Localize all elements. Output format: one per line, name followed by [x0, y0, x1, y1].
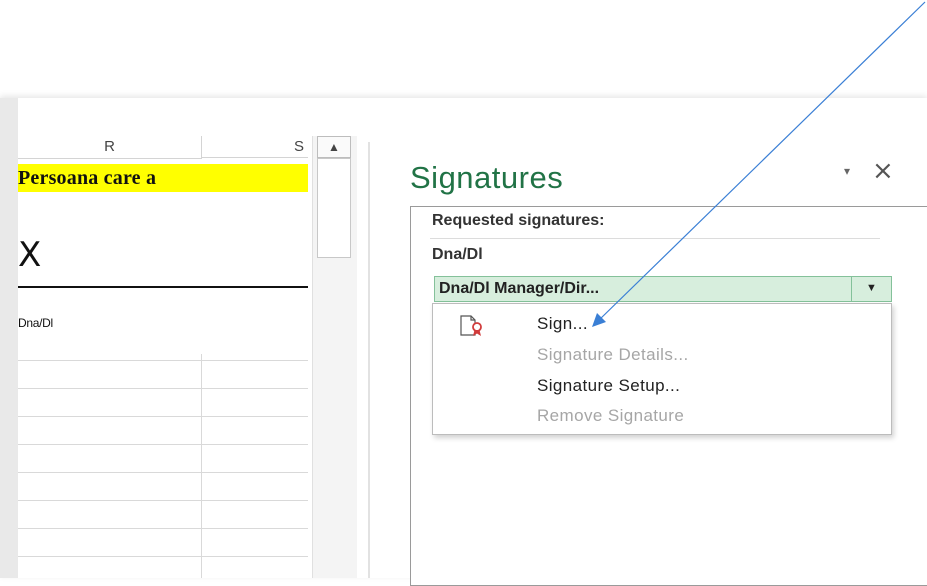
pane-title: Signatures	[410, 160, 564, 195]
pane-splitter[interactable]	[368, 142, 370, 578]
signature-line	[18, 286, 308, 288]
signature-line-x: X	[18, 235, 42, 275]
sign-menu-item[interactable]: Sign...	[537, 314, 588, 334]
grid-row-line	[18, 360, 308, 361]
remove-signature-menu-item: Remove Signature	[537, 406, 685, 425]
signature-item-label: Dna/Dl Manager/Dir...	[439, 280, 600, 297]
spreadsheet-area: R S Persoana care a X Dna/Dl	[0, 98, 308, 578]
grid-row-line	[18, 416, 308, 417]
sign-document-icon	[460, 315, 482, 336]
grid-row-line	[18, 500, 308, 501]
scroll-up-button[interactable]: ▲	[317, 136, 351, 158]
row-header-strip	[0, 98, 18, 578]
column-header-s[interactable]: S	[202, 136, 308, 158]
grid-row-line	[18, 556, 308, 557]
vertical-scrollbar[interactable]: ▲	[312, 136, 357, 578]
signer-group-label: Dna/Dl	[432, 246, 483, 263]
signature-setup-menu-item[interactable]: Signature Setup...	[537, 376, 680, 396]
grid-row-line	[18, 388, 308, 389]
scroll-thumb[interactable]	[317, 158, 351, 258]
requested-signatures-label: Requested signatures:	[432, 212, 605, 229]
close-icon[interactable]: ×	[872, 156, 894, 186]
signature-context-menu: Sign... Signature Details... Signature S…	[432, 303, 892, 435]
signature-details-menu-item: Signature Details...	[537, 345, 689, 364]
signature-line-signer: Dna/Dl	[18, 316, 53, 330]
highlighted-cell[interactable]: Persoana care a	[18, 164, 308, 192]
grid-row-line	[18, 444, 308, 445]
grid-row-line	[18, 528, 308, 529]
pane-options-icon[interactable]: ▾	[844, 164, 850, 178]
section-divider	[430, 238, 880, 239]
requested-signature-item[interactable]: Dna/Dl Manager/Dir... ▼	[434, 276, 892, 302]
dropdown-arrow-icon[interactable]: ▼	[851, 276, 891, 302]
grid-row-line	[18, 472, 308, 473]
column-header-r[interactable]: R	[18, 136, 202, 159]
